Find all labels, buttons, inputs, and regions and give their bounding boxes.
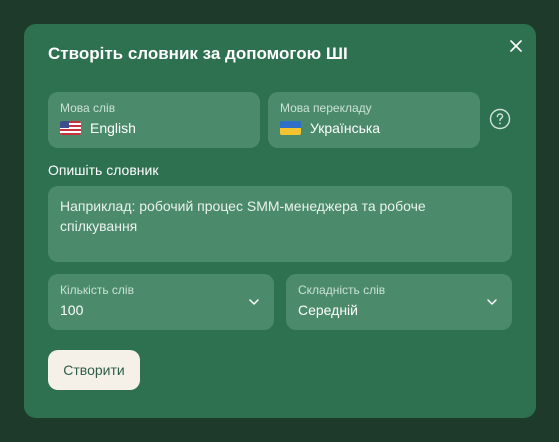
us-flag-icon <box>60 121 81 135</box>
difficulty-label: Складність слів <box>298 283 386 297</box>
word-count-select[interactable]: Кількість слів 100 <box>48 274 274 330</box>
ua-flag-icon <box>280 121 301 135</box>
target-language-value: Українська <box>310 120 381 136</box>
chevron-down-icon <box>487 299 497 305</box>
chevron-down-icon <box>249 299 259 305</box>
close-button[interactable] <box>506 36 526 56</box>
target-language-select[interactable]: Мова перекладу Українська <box>268 92 480 148</box>
create-button[interactable]: Створити <box>48 350 140 390</box>
source-language-value-row: English <box>60 120 136 136</box>
help-circle-icon <box>489 108 511 130</box>
source-language-value: English <box>90 120 136 136</box>
word-count-value: 100 <box>60 302 84 318</box>
description-input[interactable]: Наприклад: робочий процес SMM-менеджера … <box>48 186 512 262</box>
word-count-label: Кількість слів <box>60 283 134 297</box>
description-placeholder: Наприклад: робочий процес SMM-менеджера … <box>60 198 426 234</box>
help-button[interactable] <box>489 108 511 130</box>
target-language-value-row: Українська <box>280 120 380 136</box>
target-language-label: Мова перекладу <box>280 101 372 115</box>
source-language-select[interactable]: Мова слів English <box>48 92 260 148</box>
difficulty-value: Середній <box>298 302 358 318</box>
source-language-label: Мова слів <box>60 101 116 115</box>
modal-title: Створіть словник за допомогою ШІ <box>48 44 348 63</box>
difficulty-select[interactable]: Складність слів Середній <box>286 274 512 330</box>
close-icon <box>510 40 522 52</box>
description-label: Опишіть словник <box>48 162 159 178</box>
ai-dictionary-modal: Створіть словник за допомогою ШІ Мова сл… <box>24 24 536 418</box>
